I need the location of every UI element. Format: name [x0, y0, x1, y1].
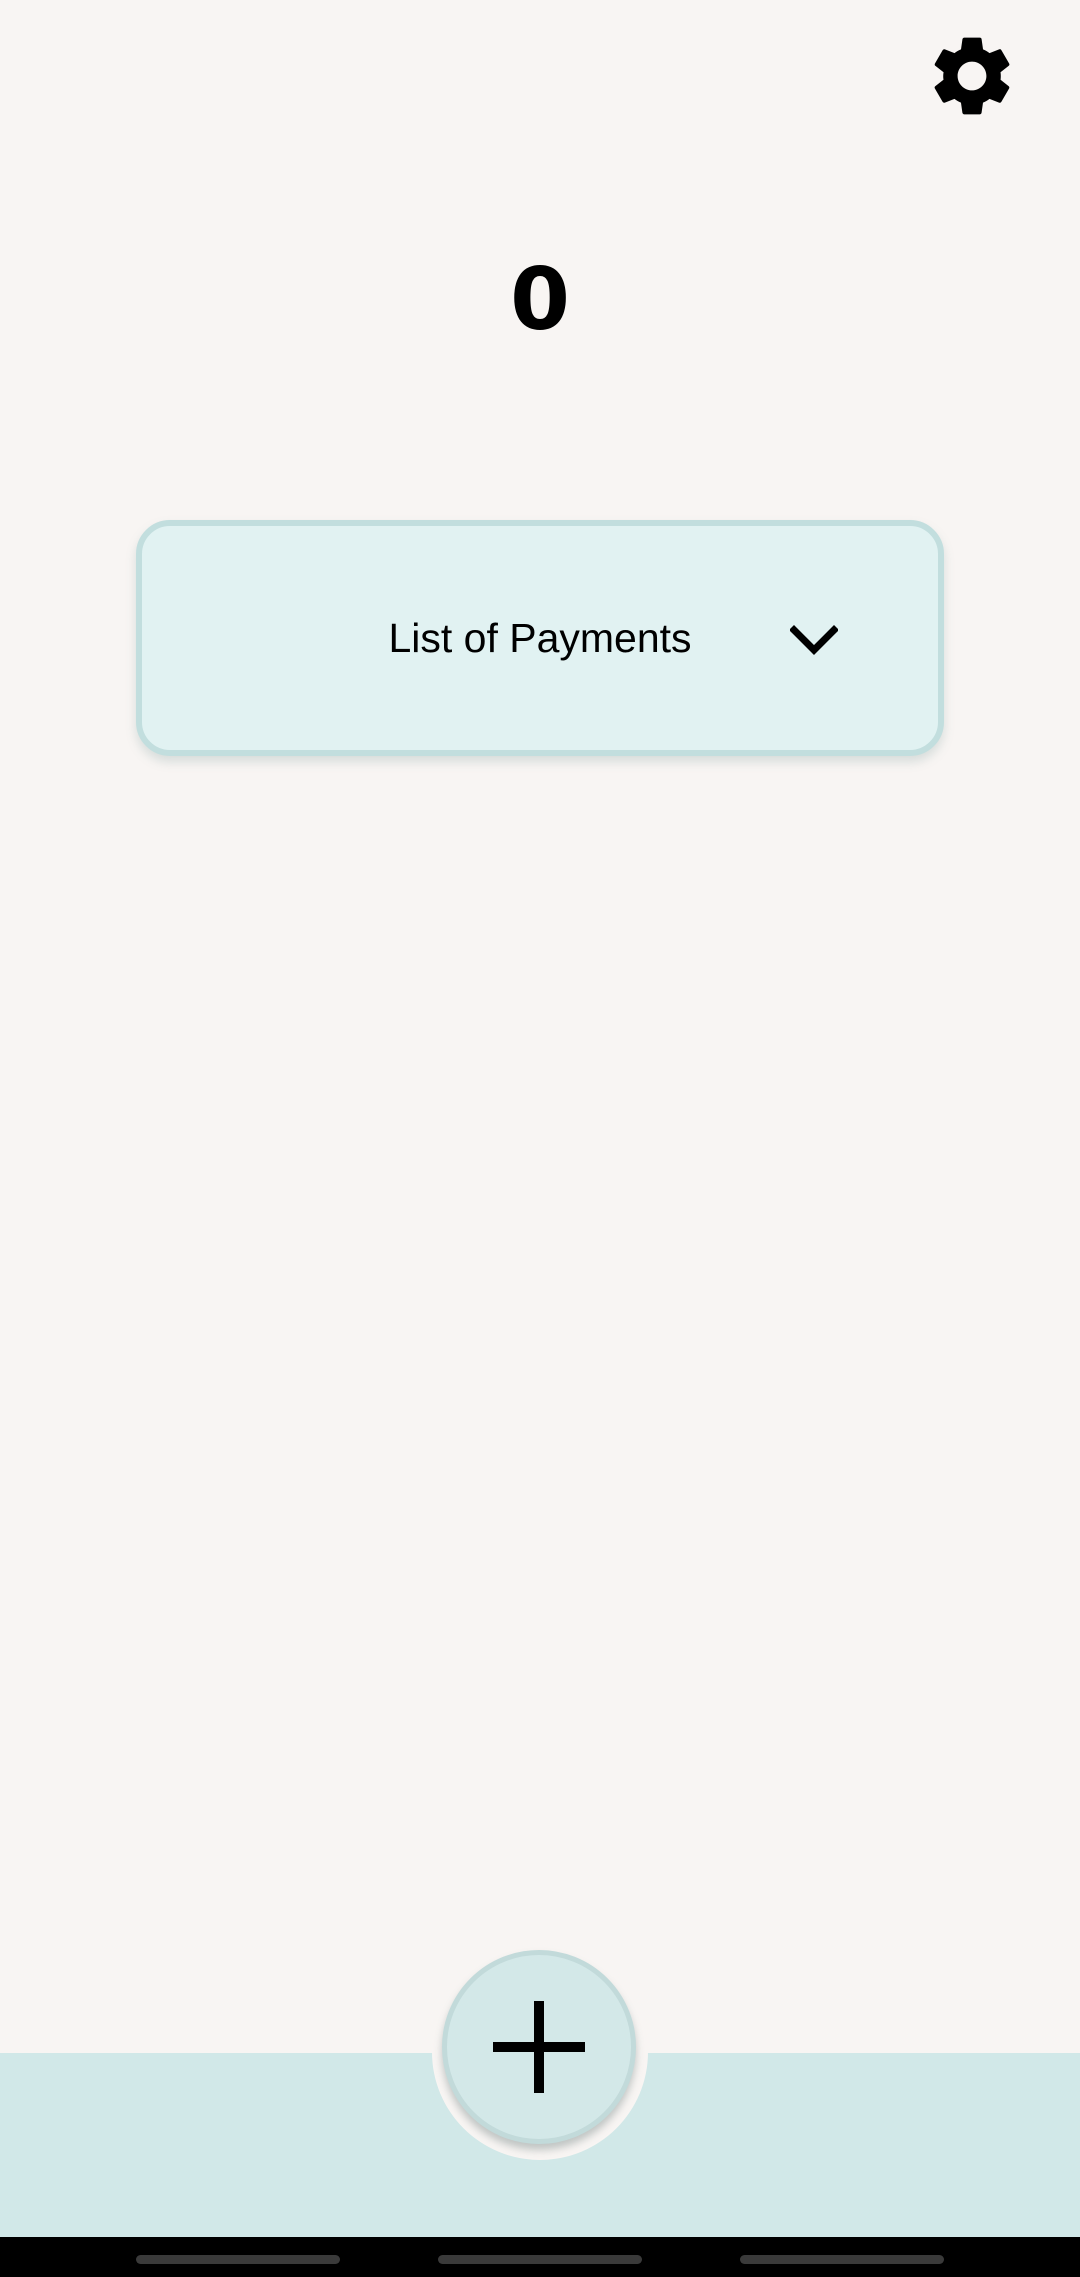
nav-handle-right	[740, 2255, 944, 2264]
system-navigation-bar	[0, 2237, 1080, 2277]
payments-dropdown[interactable]: List of Payments	[136, 520, 944, 756]
add-payment-button[interactable]	[442, 1950, 636, 2144]
gear-icon	[934, 37, 1010, 115]
total-amount: 0	[510, 250, 570, 350]
settings-button[interactable]	[920, 24, 1024, 128]
chevron-down-icon	[790, 616, 838, 664]
nav-handle-left	[136, 2255, 340, 2264]
nav-handle-center	[438, 2255, 642, 2264]
plus-icon	[493, 2001, 585, 2093]
